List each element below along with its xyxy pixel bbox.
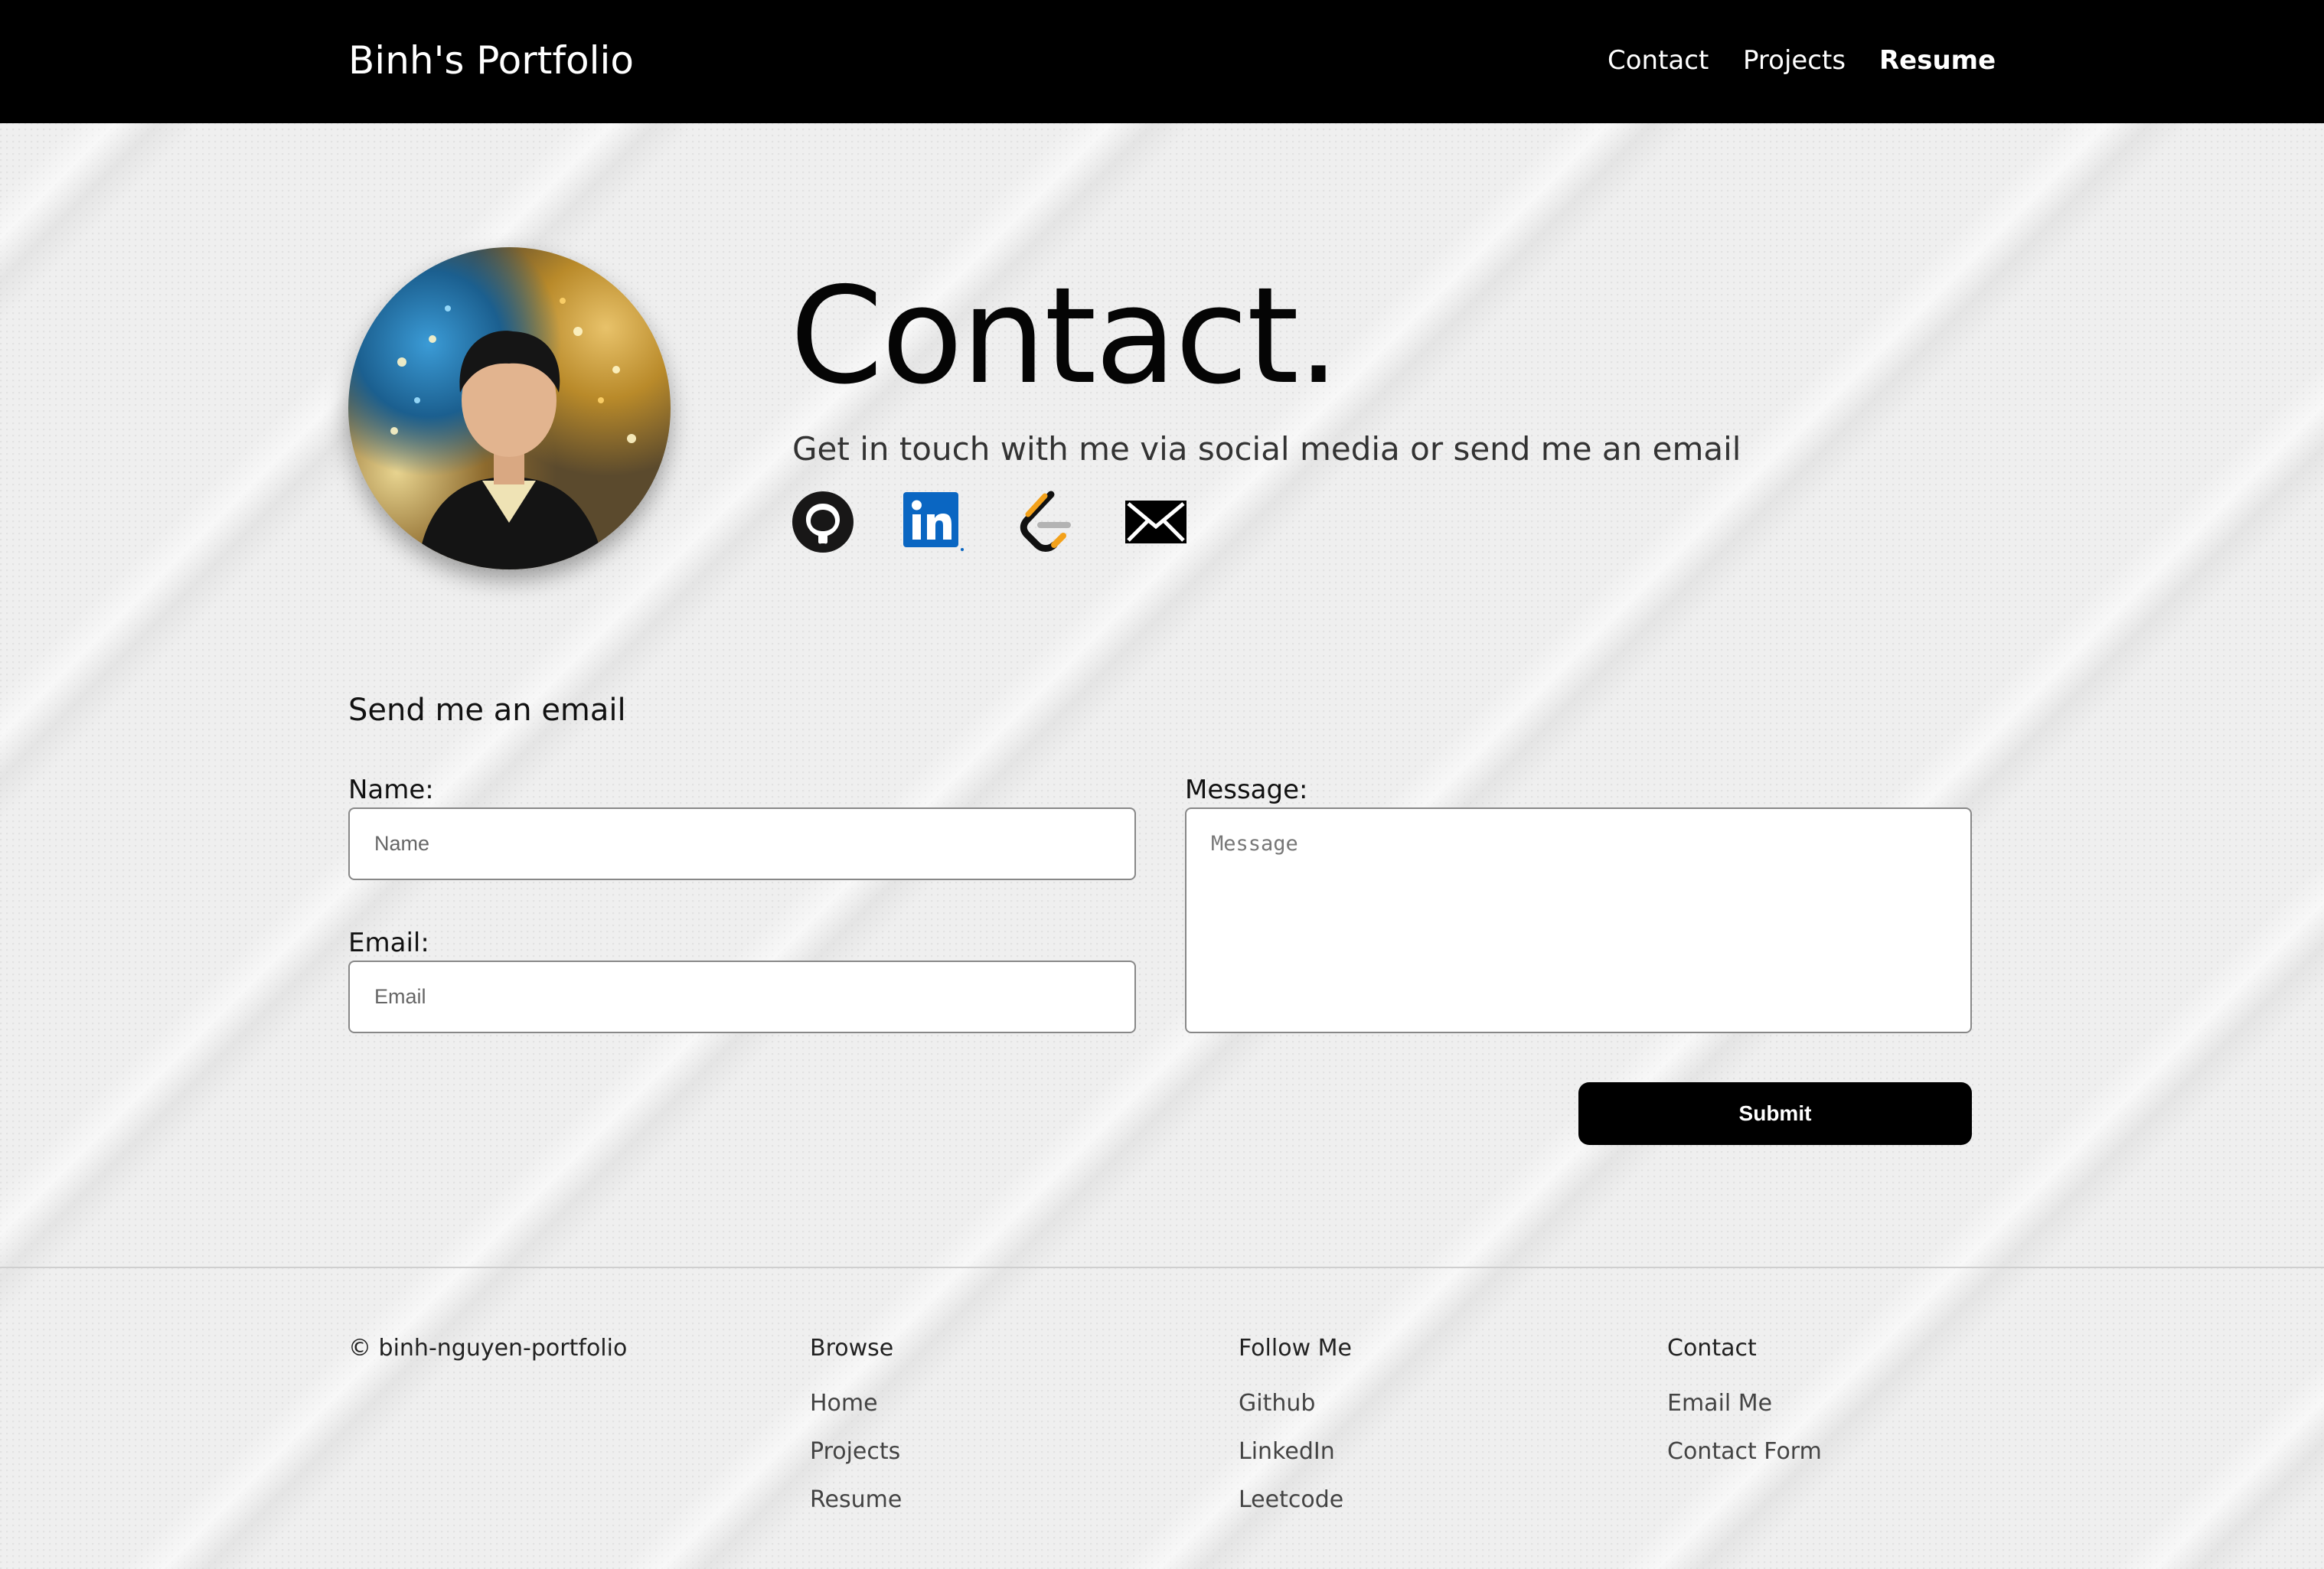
envelope-icon [1125, 501, 1186, 543]
footer-link-home[interactable]: Home [810, 1388, 878, 1419]
form-heading: Send me an email [348, 693, 626, 728]
footer-follow-title: Follow Me [1239, 1335, 1352, 1362]
top-nav: Binh's Portfolio Contact Projects Resume [0, 0, 2324, 123]
email-link[interactable] [1124, 490, 1188, 554]
name-input[interactable] [348, 807, 1136, 880]
page-subtitle: Get in touch with me via social media or… [792, 430, 1741, 468]
footer-link-projects[interactable]: Projects [810, 1437, 900, 1467]
footer-link-contact-form[interactable]: Contact Form [1667, 1437, 1822, 1467]
footer-link-email-me[interactable]: Email Me [1667, 1388, 1772, 1419]
github-link[interactable] [791, 490, 855, 554]
message-label: Message: [1185, 775, 1308, 805]
nav-contact[interactable]: Contact [1608, 44, 1709, 77]
linkedin-icon [903, 492, 964, 551]
footer-contact-title: Contact [1667, 1335, 1757, 1362]
footer-link-linkedin[interactable]: LinkedIn [1239, 1437, 1335, 1467]
footer-copyright: © binh-nguyen-portfolio [348, 1335, 628, 1362]
footer-browse-title: Browse [810, 1335, 894, 1362]
nav-projects[interactable]: Projects [1743, 44, 1846, 77]
footer-link-leetcode[interactable]: Leetcode [1239, 1485, 1343, 1515]
message-textarea[interactable] [1185, 807, 1972, 1033]
profile-photo [390, 298, 636, 569]
name-label: Name: [348, 775, 434, 805]
github-icon [792, 491, 854, 553]
nav-resume[interactable]: Resume [1879, 44, 1996, 77]
email-input[interactable] [348, 961, 1136, 1033]
footer-link-github[interactable]: Github [1239, 1388, 1315, 1419]
page-title: Contact. [790, 259, 1340, 414]
leetcode-link[interactable] [1014, 490, 1079, 554]
brand-title[interactable]: Binh's Portfolio [348, 37, 634, 84]
footer-divider [0, 1267, 2324, 1268]
email-label: Email: [348, 928, 429, 958]
profile-avatar [348, 247, 671, 569]
linkedin-link[interactable] [901, 490, 965, 554]
footer-link-resume[interactable]: Resume [810, 1485, 902, 1515]
submit-button[interactable]: Submit [1578, 1082, 1972, 1145]
leetcode-icon [1020, 491, 1071, 552]
